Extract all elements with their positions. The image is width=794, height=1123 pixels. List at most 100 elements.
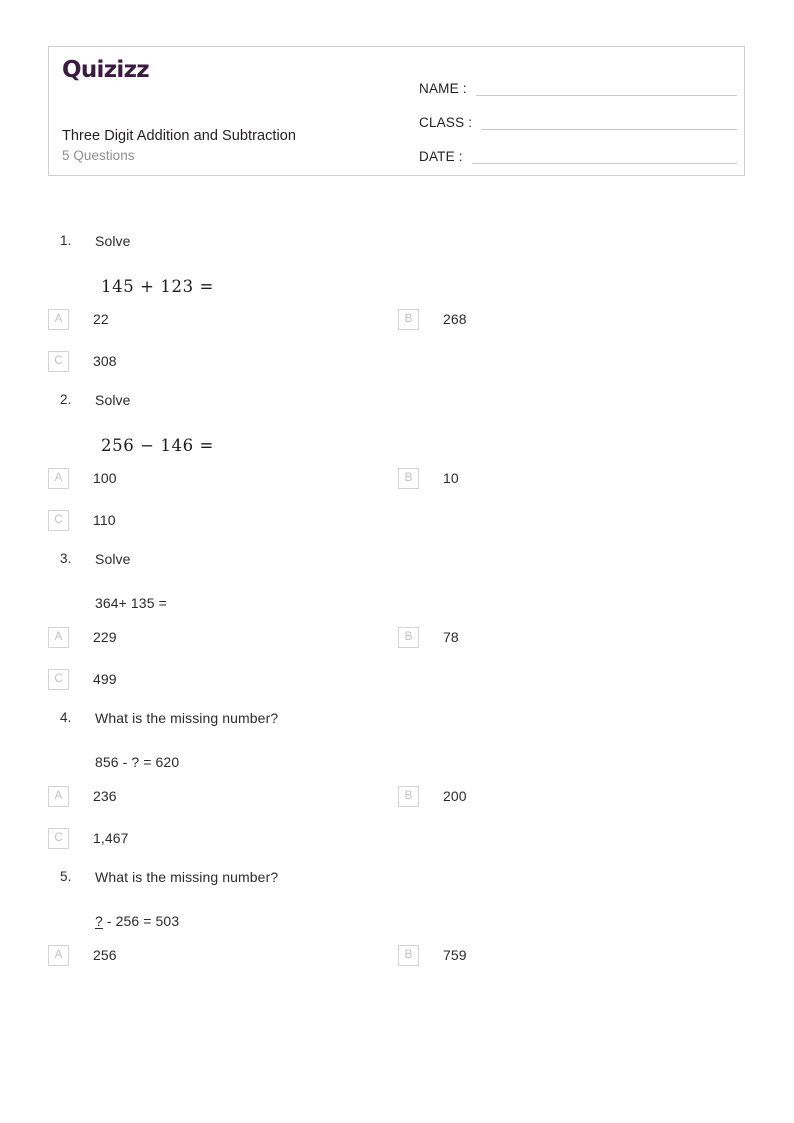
answer-options: A 22 B 268 C 308: [0, 307, 794, 391]
worksheet-title: Three Digit Addition and Subtraction: [62, 128, 296, 144]
answer-option[interactable]: A 100: [48, 466, 117, 490]
question-number: 2.: [60, 392, 72, 407]
question-expression: 856 - ? = 620: [95, 754, 180, 770]
question-number: 3.: [60, 551, 72, 566]
name-field-row: NAME :: [419, 65, 737, 99]
answer-option[interactable]: A 229: [48, 625, 117, 649]
option-row: A 100 B 10: [0, 466, 794, 508]
question-expression: 364+ 135 =: [95, 595, 167, 611]
option-text: 759: [443, 947, 467, 963]
question-prompt: Solve: [95, 233, 131, 249]
option-row: C 1,467: [0, 826, 794, 868]
option-text: 10: [443, 470, 459, 486]
question-prompt: Solve: [95, 392, 131, 408]
answer-option[interactable]: B 10: [398, 466, 459, 490]
quizizz-logo: Quizizz: [62, 57, 150, 83]
question-prompt: Solve: [95, 551, 131, 567]
option-letter-box: C: [48, 668, 69, 690]
option-text: 110: [93, 512, 116, 528]
question-head: 1. Solve: [0, 233, 794, 263]
option-row: A 22 B 268: [0, 307, 794, 349]
question-number: 1.: [60, 233, 72, 248]
question-head: 3. Solve: [0, 551, 794, 581]
option-letter-box: B: [398, 944, 419, 966]
date-field-label: DATE :: [419, 149, 463, 164]
option-text: 22: [93, 311, 109, 327]
class-field-label: CLASS :: [419, 115, 473, 130]
option-letter-box: B: [398, 785, 419, 807]
option-text: 308: [93, 353, 117, 369]
worksheet-page: Quizizz Three Digit Addition and Subtrac…: [0, 0, 794, 1123]
question-expression: ? - 256 = 503: [0, 899, 794, 943]
answer-options: A 229 B 78 C 499: [0, 625, 794, 709]
class-input[interactable]: [481, 128, 737, 130]
option-text: 229: [93, 629, 117, 645]
option-letter-box: B: [398, 467, 419, 489]
option-row: A 229 B 78: [0, 625, 794, 667]
worksheet-header-card: Quizizz Three Digit Addition and Subtrac…: [48, 46, 745, 176]
option-letter-box: B: [398, 308, 419, 330]
question-number: 4.: [60, 710, 72, 725]
option-row: C 499: [0, 667, 794, 709]
answer-option[interactable]: C 308: [48, 349, 117, 373]
question-block: 2. Solve 256 − 146 = A 100 B 10 C 110: [0, 392, 794, 550]
question-block: 3. Solve 364+ 135 = A 229 B 78 C 499: [0, 551, 794, 709]
question-prompt: What is the missing number?: [95, 869, 279, 885]
option-text: 236: [93, 788, 117, 804]
answer-option[interactable]: C 1,467: [48, 826, 129, 850]
answer-option[interactable]: A 236: [48, 784, 117, 808]
option-letter-box: A: [48, 308, 69, 330]
option-letter-box: A: [48, 626, 69, 648]
option-row: A 236 B 200: [0, 784, 794, 826]
option-letter-box: A: [48, 785, 69, 807]
question-block: 4. What is the missing number? 856 - ? = 6…: [0, 710, 794, 868]
option-text: 268: [443, 311, 467, 327]
question-number: 5.: [60, 869, 72, 884]
option-letter-box: C: [48, 350, 69, 372]
answer-options: A 236 B 200 C 1,467: [0, 784, 794, 868]
question-expression: 145 + 123 =: [101, 277, 214, 296]
option-letter-box: C: [48, 827, 69, 849]
question-head: 4. What is the missing number?: [0, 710, 794, 740]
option-text: 256: [93, 947, 117, 963]
answer-option[interactable]: B 200: [398, 784, 467, 808]
option-text: 78: [443, 629, 459, 645]
option-letter-box: A: [48, 467, 69, 489]
missing-number-blank: ?: [95, 913, 103, 929]
answer-option[interactable]: A 22: [48, 307, 109, 331]
answer-option[interactable]: B 759: [398, 943, 467, 967]
option-text: 200: [443, 788, 467, 804]
question-block: 1. Solve 145 + 123 = A 22 B 268 C 308: [0, 233, 794, 391]
question-count-label: 5 Questions: [62, 148, 135, 163]
questions-list: 1. Solve 145 + 123 = A 22 B 268 C 308 2. Solve 256 …: [0, 233, 794, 986]
question-block: 5. What is the missing number?? - 256 = 5…: [0, 869, 794, 985]
answer-option[interactable]: A 256: [48, 943, 117, 967]
header-branding: Quizizz: [62, 59, 412, 82]
question-head: 2. Solve: [0, 392, 794, 422]
answer-option[interactable]: C 110: [48, 508, 116, 532]
name-field-label: NAME :: [419, 81, 467, 96]
question-prompt: What is the missing number?: [95, 710, 279, 726]
option-letter-box: C: [48, 509, 69, 531]
option-text: 100: [93, 470, 117, 486]
name-input[interactable]: [475, 94, 737, 96]
option-row: A 256 B 759: [0, 943, 794, 985]
option-text: 1,467: [93, 830, 129, 846]
option-row: C 110: [0, 508, 794, 550]
answer-option[interactable]: C 499: [48, 667, 117, 691]
student-info-fields: NAME : CLASS : DATE :: [419, 65, 737, 167]
answer-options: A 100 B 10 C 110: [0, 466, 794, 550]
option-letter-box: A: [48, 944, 69, 966]
date-input[interactable]: [471, 162, 737, 164]
option-row: C 308: [0, 349, 794, 391]
answer-option[interactable]: B 78: [398, 625, 459, 649]
expression-remainder: - 256 = 503: [102, 913, 180, 929]
class-field-row: CLASS :: [419, 99, 737, 133]
option-text: 499: [93, 671, 117, 687]
question-expression: 256 − 146 =: [101, 436, 214, 455]
question-head: 5. What is the missing number?: [0, 869, 794, 899]
option-letter-box: B: [398, 626, 419, 648]
answer-options: A 256 B 759: [0, 943, 794, 985]
answer-option[interactable]: B 268: [398, 307, 467, 331]
date-field-row: DATE :: [419, 133, 737, 167]
